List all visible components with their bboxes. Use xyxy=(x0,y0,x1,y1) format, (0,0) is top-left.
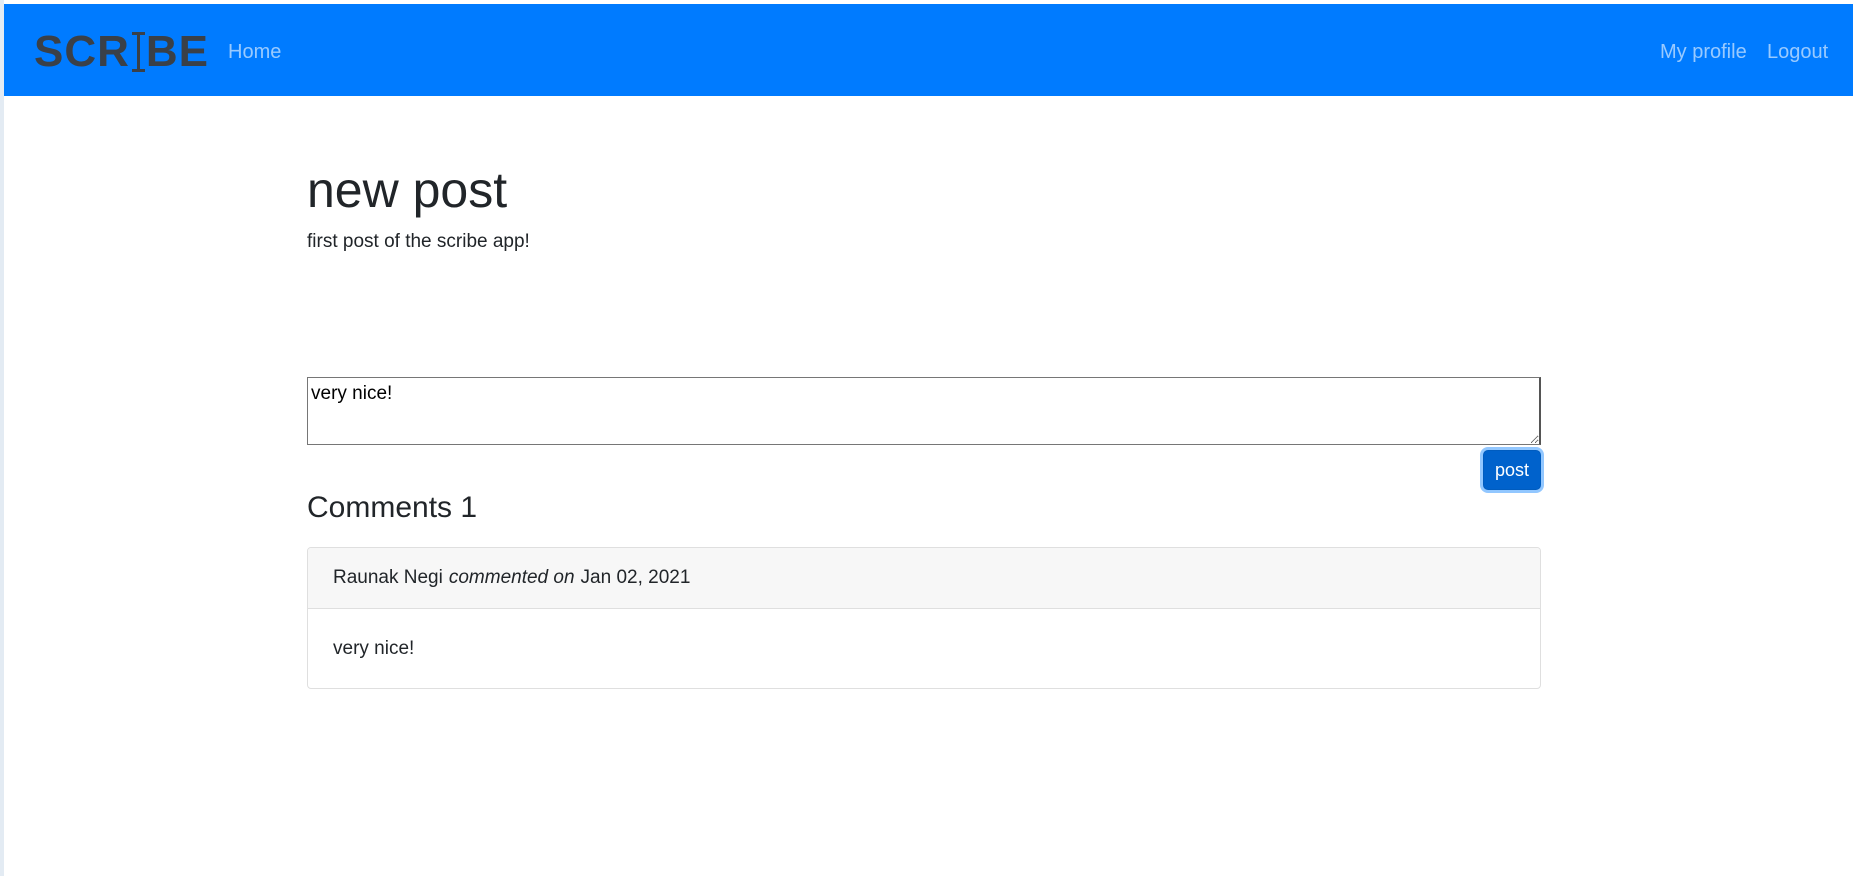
comment-date: Jan 02, 2021 xyxy=(580,567,691,588)
brand-logo[interactable]: SCR BE xyxy=(34,30,209,74)
brand-logo-right: BE xyxy=(145,27,210,76)
comment-author: Raunak Negi xyxy=(333,567,443,588)
comment-header: Raunak Negi commented on Jan 02, 2021 xyxy=(308,548,1540,609)
post-body: first post of the scribe app! xyxy=(307,231,530,252)
nav-logout-link[interactable]: Logout xyxy=(1767,40,1828,64)
comment-action: commented on xyxy=(448,567,575,588)
post-title: new post xyxy=(307,162,508,218)
post-comment-button[interactable]: post xyxy=(1483,450,1541,490)
brand-logo-left: SCR xyxy=(34,27,130,76)
top-navbar: SCR BE Home My profile Logout xyxy=(4,4,1853,96)
text-cursor-icon xyxy=(131,30,145,74)
page: SCR BE Home My profile Logout new post f… xyxy=(0,0,1853,876)
nav-my-profile-link[interactable]: My profile xyxy=(1660,40,1747,64)
comment-card: Raunak Negi commented on Jan 02, 2021 ve… xyxy=(307,547,1541,689)
comment-text: very nice! xyxy=(333,638,415,659)
comments-heading: Comments 1 xyxy=(307,491,478,524)
nav-home-link[interactable]: Home xyxy=(228,40,281,64)
comment-textarea[interactable]: very nice! xyxy=(307,377,1541,445)
